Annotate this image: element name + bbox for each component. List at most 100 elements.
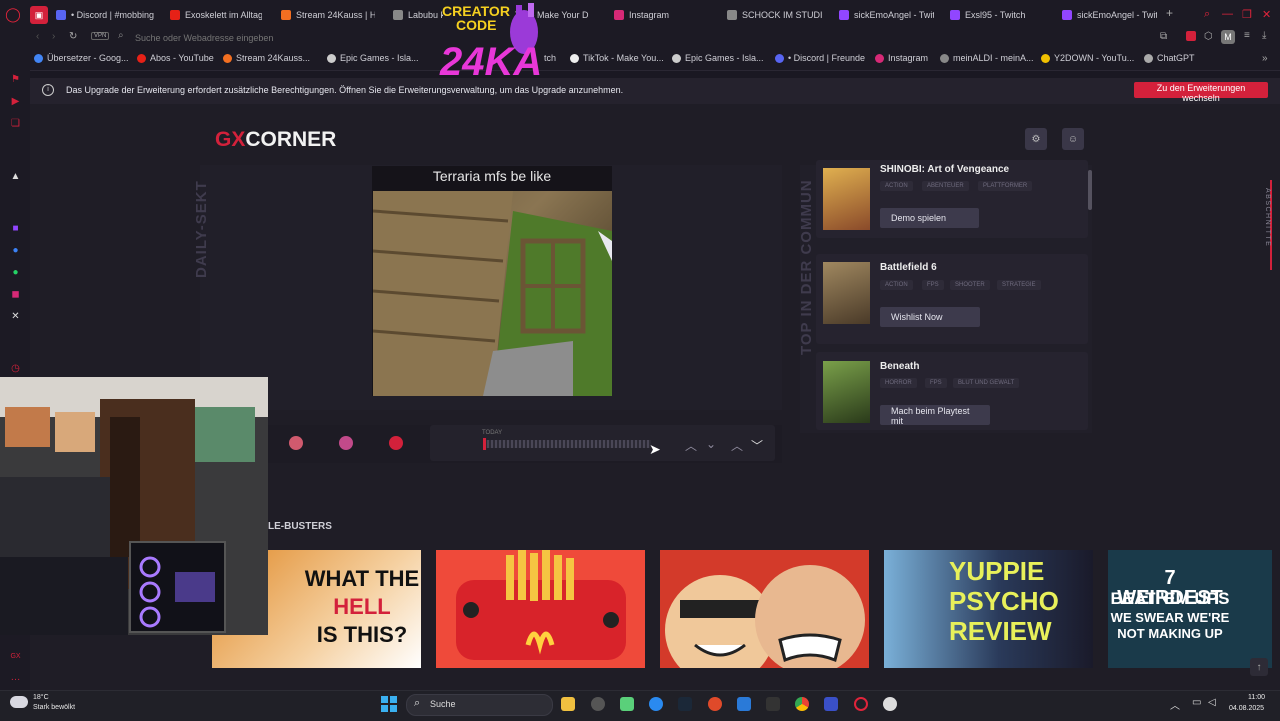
- bookmark-instagram[interactable]: Instagram: [875, 53, 928, 63]
- video-thumbnail-5[interactable]: 7 WEIRDEST BEAT 'EM UPS WE SWEAR WE'RE N…: [1108, 550, 1272, 668]
- demo-play-button[interactable]: Demo spielen: [880, 208, 979, 228]
- app-white-icon[interactable]: [883, 697, 897, 711]
- bookmark-y2down[interactable]: Y2DOWN - YouTu...: [1041, 53, 1134, 63]
- epic-games-icon[interactable]: [766, 697, 780, 711]
- playtest-button[interactable]: Mach beim Playtest mit: [880, 405, 990, 426]
- gx-corner-logo[interactable]: GXCORNER: [215, 128, 336, 152]
- new-tab-icon[interactable]: +: [1166, 6, 1173, 20]
- network-icon[interactable]: ▭: [1192, 697, 1201, 708]
- extensions-icon[interactable]: ⬡: [1204, 31, 1213, 42]
- reload-icon[interactable]: ↻: [69, 31, 77, 42]
- timeline-marker[interactable]: [483, 438, 486, 450]
- sidebar-history-icon[interactable]: ◷: [10, 363, 21, 374]
- bookmark-aldi[interactable]: meinALDI - meinA...: [940, 53, 1034, 63]
- sidebar-messenger-icon[interactable]: ●: [10, 245, 21, 256]
- sidebar-bookmarks-icon[interactable]: ❏: [10, 118, 21, 129]
- chatgpt-app-icon[interactable]: [591, 697, 605, 711]
- user-icon[interactable]: ☺: [1062, 128, 1084, 150]
- close-icon[interactable]: ✕: [1262, 8, 1271, 21]
- bookmark-youtube[interactable]: Abos - YouTube: [137, 53, 214, 63]
- stream-icon: [281, 10, 291, 20]
- video-thumbnail-2[interactable]: [436, 550, 645, 668]
- video-thumbnail-3[interactable]: [660, 550, 869, 668]
- maximize-icon[interactable]: ❐: [1242, 8, 1252, 21]
- tray-chevron-icon[interactable]: ︿: [1170, 697, 1180, 712]
- back-icon[interactable]: ‹: [36, 31, 39, 42]
- sidebar-gx-icon[interactable]: GX: [10, 651, 21, 662]
- app-v-icon[interactable]: [824, 697, 838, 711]
- file-explorer-icon[interactable]: [561, 697, 575, 711]
- sidebar-player-icon[interactable]: ▶: [10, 96, 21, 107]
- clock-date[interactable]: 04.08.2025: [1229, 705, 1264, 712]
- profile-avatar[interactable]: M: [1221, 30, 1235, 44]
- weather-desc[interactable]: Stark bewölkt: [33, 704, 75, 711]
- chrome-icon[interactable]: [795, 697, 809, 711]
- address-input[interactable]: [133, 30, 737, 46]
- tab-instagram[interactable]: Instagram: [614, 6, 704, 24]
- tab-stream[interactable]: Stream 24Kauss | Ho: [281, 6, 375, 24]
- steam-icon[interactable]: [678, 697, 692, 711]
- bookmark-epic-1[interactable]: Epic Games - Isla...: [327, 53, 419, 63]
- timeline-track[interactable]: [483, 440, 651, 448]
- tab-twitch-1[interactable]: sickEmoAngel - Twit: [839, 6, 934, 24]
- reaction-emoji-2[interactable]: [339, 436, 353, 450]
- tab-schock[interactable]: SCHOCK IM STUDIO: [727, 6, 822, 24]
- sidebar-x-icon[interactable]: ✕: [10, 311, 21, 322]
- sidebar-twitch-icon[interactable]: ■: [10, 223, 21, 234]
- sidebar-whatsapp-icon[interactable]: ●: [10, 267, 21, 278]
- video-thumbnail-4[interactable]: YUPPIE PSYCHO REVIEW: [884, 550, 1093, 668]
- bookmark-translator[interactable]: Übersetzer - Goog...: [34, 53, 129, 63]
- scroll-to-top-button[interactable]: ↑: [1250, 658, 1268, 676]
- timeline-label: TODAY: [482, 430, 503, 436]
- sidebar-aria-icon[interactable]: ▲: [10, 171, 21, 182]
- reaction-emoji-3[interactable]: [389, 436, 403, 450]
- sections-label[interactable]: ABSCHNITTE: [1264, 188, 1271, 247]
- download-icon[interactable]: ⤓: [1262, 30, 1266, 41]
- wishlist-button[interactable]: Wishlist Now: [880, 307, 980, 327]
- adblock-icon[interactable]: [1186, 31, 1196, 41]
- reaction-emoji-1[interactable]: [289, 436, 303, 450]
- windows-start-icon[interactable]: [381, 696, 397, 712]
- workspaces-icon[interactable]: ▣: [30, 6, 48, 24]
- settings-icon[interactable]: ⚙: [1025, 128, 1047, 150]
- clock-time[interactable]: 11:00: [1248, 694, 1265, 701]
- opera-menu-icon[interactable]: ◯: [4, 5, 22, 23]
- go-to-extensions-button[interactable]: Zu den Erweiterungen wechseln: [1134, 82, 1268, 103]
- video-title-line: WE SWEAR WE'RE: [1110, 610, 1230, 625]
- volume-icon[interactable]: ◁: [1208, 697, 1216, 708]
- forward-icon[interactable]: ›: [52, 31, 55, 42]
- double-chevron-down-icon[interactable]: ⌄: [706, 437, 716, 451]
- tab-twitch-3[interactable]: sickEmoAngel - Twit: [1062, 6, 1157, 24]
- search-tabs-icon[interactable]: ⌕: [1204, 8, 1210, 21]
- weather-temp[interactable]: 18°C: [33, 694, 49, 701]
- tab-youtube[interactable]: Exoskelett im Alltag: [170, 6, 262, 24]
- taskbar-search[interactable]: [406, 694, 553, 716]
- bookmark-stream[interactable]: Stream 24Kauss...: [223, 53, 310, 63]
- opera-gx-icon[interactable]: [854, 697, 868, 711]
- community-scrollbar[interactable]: [1088, 170, 1092, 210]
- bookmark-chatgpt[interactable]: ChatGPT: [1144, 53, 1195, 63]
- globe-icon: [393, 10, 403, 20]
- chevron-down-icon[interactable]: ﹀: [751, 437, 763, 454]
- easy-setup-icon[interactable]: ≡: [1244, 30, 1250, 41]
- snapshot-icon[interactable]: ⧉: [1160, 31, 1167, 42]
- bookmark-discord[interactable]: • Discord | Freunde: [775, 53, 865, 63]
- app-red-icon[interactable]: [708, 697, 722, 711]
- bookmarks-overflow-icon[interactable]: »: [1262, 53, 1268, 64]
- sidebar-control-icon[interactable]: ⚑: [10, 74, 21, 85]
- calculator-icon[interactable]: [620, 697, 634, 711]
- sidebar-more-icon[interactable]: …: [10, 672, 21, 683]
- tab-twitch-2[interactable]: Exsl95 - Twitch: [950, 6, 1045, 24]
- bookmark-tiktok[interactable]: TikTok - Make You...: [570, 53, 664, 63]
- sidebar-instagram-icon[interactable]: ◼: [10, 289, 21, 300]
- bookmark-twitch[interactable]: tch: [544, 53, 556, 63]
- app-blue2-icon[interactable]: [737, 697, 751, 711]
- app-blue-icon[interactable]: [649, 697, 663, 711]
- tab-discord[interactable]: • Discord | #mobbing: [56, 6, 156, 24]
- bookmark-epic-2[interactable]: Epic Games - Isla...: [672, 53, 764, 63]
- vpn-badge[interactable]: VPN: [91, 32, 110, 40]
- creator-code-overlay: CREATOR CODE 24KA: [436, 0, 544, 86]
- minimize-icon[interactable]: —: [1222, 8, 1233, 20]
- chevron-up-small-icon[interactable]: ︿: [731, 437, 743, 454]
- chevron-up-icon[interactable]: ︿: [685, 437, 697, 454]
